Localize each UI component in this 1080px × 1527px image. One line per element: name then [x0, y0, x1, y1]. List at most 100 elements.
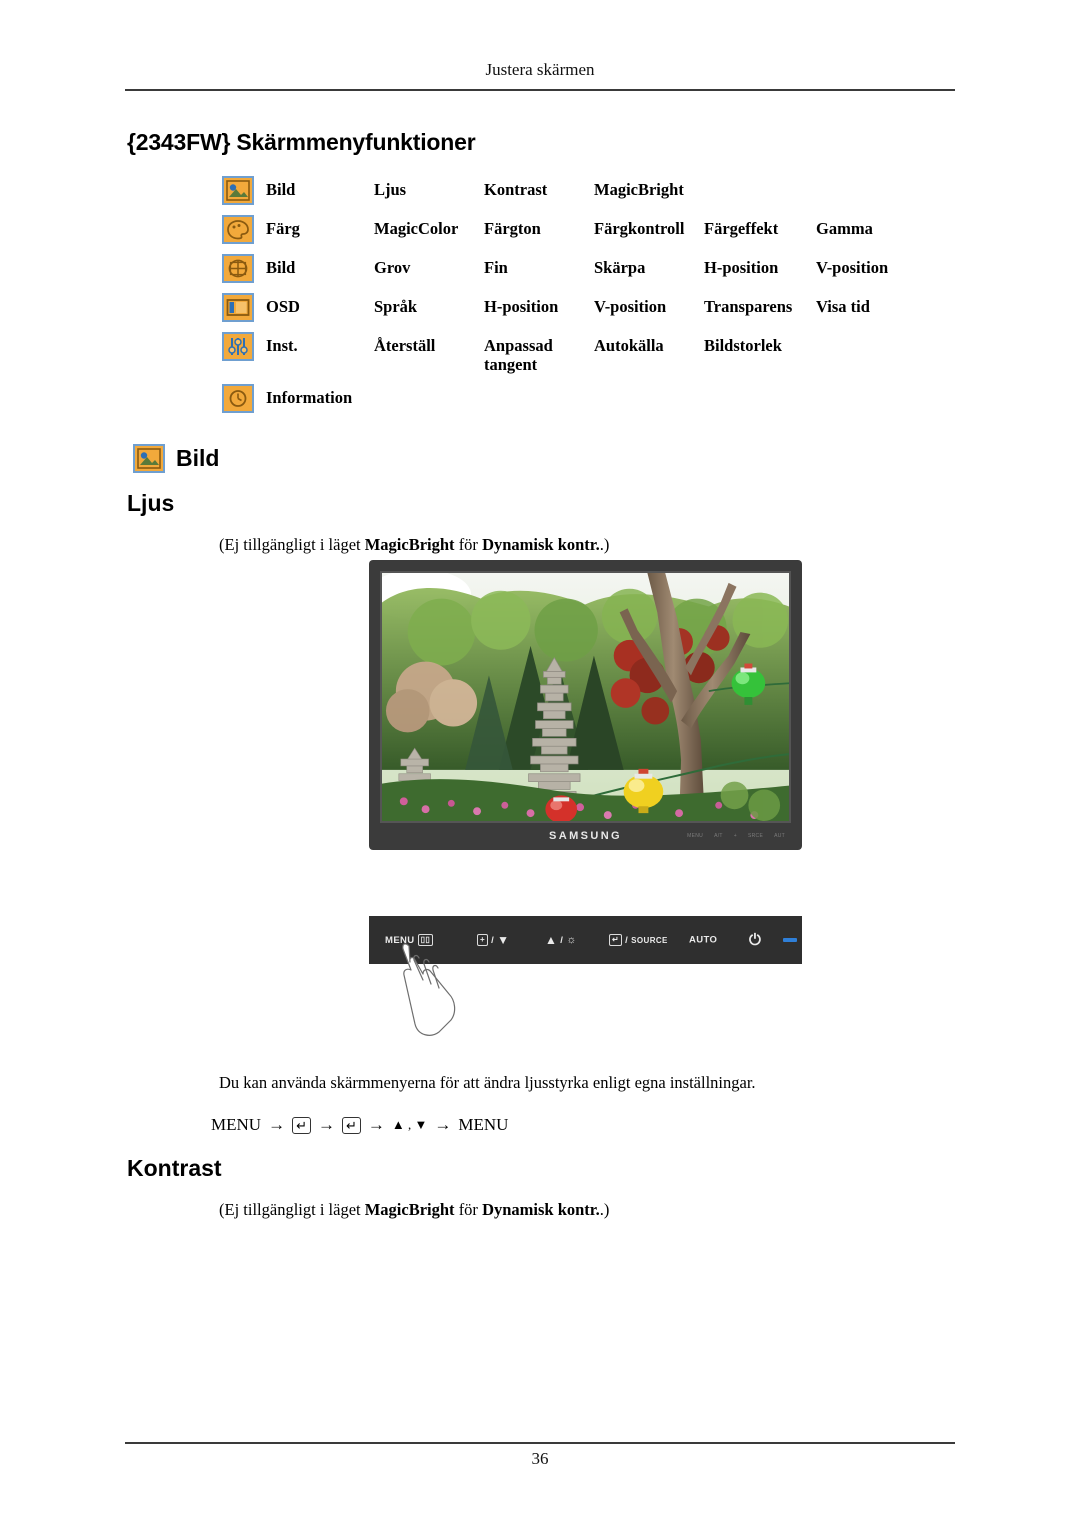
- menu-item: MagicBright: [594, 180, 684, 199]
- note-suffix: .): [599, 1200, 610, 1219]
- auto-button[interactable]: AUTO: [689, 935, 717, 946]
- menu-button[interactable]: MENU ▯▯: [385, 934, 434, 946]
- note-bold-magicbright: MagicBright: [364, 535, 455, 554]
- monitor-bezel-bottom: SAMSUNG MENU A/T + SRCE AUT: [380, 823, 791, 848]
- plus-key-icon: +: [477, 934, 489, 946]
- menu-item: V-position: [594, 297, 667, 316]
- arrow-right-icon: →: [268, 1115, 286, 1134]
- header-rule: [125, 89, 955, 91]
- up-button[interactable]: ▲ / ☼: [545, 933, 577, 947]
- note-mid: för: [454, 535, 483, 554]
- page-title: {2343FW} Skärmmenyfunktioner: [127, 129, 476, 155]
- power-led-indicator: [783, 938, 797, 942]
- separator: /: [560, 934, 564, 946]
- picture-icon: [133, 444, 165, 473]
- bezel-mark: MENU: [687, 832, 704, 839]
- color-palette-icon: [222, 215, 254, 244]
- note-bold-dynamisk: Dynamisk kontr.: [482, 535, 600, 554]
- enter-key-icon: ↵: [292, 1116, 311, 1134]
- note-prefix: (Ej tillgängligt i läget: [219, 535, 365, 554]
- menu-item: Kontrast: [484, 180, 548, 199]
- enter-key-icon: ↵: [341, 1116, 361, 1134]
- menu-item: Autokälla: [594, 336, 664, 355]
- menu-category: OSD: [266, 297, 300, 316]
- menu-row: Information: [222, 382, 962, 421]
- menu-item: V-position: [816, 258, 889, 277]
- note-bold-magicbright: MagicBright: [364, 1200, 455, 1219]
- arrow-right-icon: →: [434, 1115, 452, 1134]
- up-arrow-icon: ▲: [545, 933, 558, 947]
- menu-category: Information: [266, 388, 353, 407]
- note-suffix: .): [599, 535, 610, 554]
- running-header: Justera skärmen: [485, 60, 595, 79]
- menu-item: MagicColor: [374, 219, 459, 238]
- nav-end-label: MENU: [458, 1115, 509, 1134]
- section-heading-bild: Bild: [133, 444, 219, 473]
- note-bold-dynamisk: Dynamisk kontr.: [482, 1200, 600, 1219]
- samsung-logo: SAMSUNG: [548, 829, 623, 842]
- separator: /: [625, 934, 629, 946]
- page-number: 36: [531, 1449, 549, 1468]
- screen-geometry-icon: [222, 254, 254, 283]
- menu-item: Återställ: [374, 336, 436, 355]
- brightness-sun-icon: ☼: [566, 934, 577, 946]
- down-button[interactable]: + / ▼: [477, 933, 509, 947]
- menu-row: OSD Språk H-position V-position Transpar…: [222, 291, 962, 330]
- menu-row: Bild Ljus Kontrast MagicBright: [222, 174, 962, 213]
- menu-item: H-position: [484, 297, 559, 316]
- bezel-mark: A/T: [714, 832, 723, 839]
- monitor-control-panel: MENU ▯▯ + / ▼ ▲ / ☼ ↵ / SOURCE AUTO ⏻: [369, 916, 802, 964]
- menu-item: H-position: [704, 258, 779, 277]
- power-button[interactable]: ⏻: [749, 932, 761, 949]
- garden-photo: [382, 573, 789, 821]
- menu-item: Visa tid: [816, 297, 870, 316]
- led-bar-icon: [783, 938, 797, 942]
- menu-row: Inst. Återställ Anpassad tangent Autokäl…: [222, 330, 962, 382]
- menu-item: Anpassad tangent: [484, 336, 553, 374]
- menu-item: Ljus: [374, 180, 407, 199]
- up-down-arrows-icon: ▲ , ▼: [391, 1117, 428, 1132]
- menu-item: Grov: [374, 258, 411, 277]
- note-prefix: (Ej tillgängligt i läget: [219, 1200, 365, 1219]
- nav-start-label: MENU: [211, 1115, 262, 1134]
- picture-icon: [222, 176, 254, 205]
- menu-category: Inst.: [266, 336, 298, 355]
- menu-item: Språk: [374, 297, 418, 316]
- menu-item: Bildstorlek: [704, 336, 782, 355]
- kontrast-availability-note: (Ej tillgängligt i läget MagicBright för…: [219, 1200, 609, 1220]
- bezel-mark: +: [733, 832, 737, 839]
- brightness-description: Du kan använda skärmmenyerna för att änd…: [219, 1073, 756, 1092]
- arrow-right-icon: →: [367, 1115, 385, 1134]
- menu-item: Fin: [484, 258, 508, 277]
- settings-sliders-icon: [222, 332, 254, 361]
- menu-category: Bild: [266, 258, 296, 277]
- osd-menu-matrix: Bild Ljus Kontrast MagicBright Färg Magi…: [222, 174, 962, 421]
- information-clock-icon: [222, 384, 254, 413]
- arrow-right-icon: →: [317, 1115, 335, 1134]
- menu-key-icon: ▯▯: [417, 934, 434, 946]
- separator: /: [491, 934, 495, 946]
- menu-item: Skärpa: [594, 258, 646, 277]
- monitor-screen: [380, 571, 791, 823]
- section-heading-label: Bild: [176, 445, 220, 471]
- menu-item: Färgeffekt: [704, 219, 779, 238]
- footer-rule: [125, 1442, 955, 1444]
- auto-button-label: AUTO: [689, 934, 718, 946]
- menu-navigation-sequence: MENU → ↵ → ↵ → ▲ , ▼ → MENU: [211, 1115, 508, 1135]
- monitor-illustration: SAMSUNG MENU A/T + SRCE AUT: [369, 560, 802, 850]
- bezel-mark: SRCE: [748, 832, 764, 839]
- source-button[interactable]: ↵ / SOURCE: [609, 934, 668, 946]
- menu-button-label: MENU: [385, 934, 415, 946]
- source-button-label: SOURCE: [631, 935, 668, 945]
- bezel-mark: AUT: [774, 832, 785, 839]
- subsection-heading-kontrast: Kontrast: [127, 1155, 222, 1181]
- ljus-availability-note: (Ej tillgängligt i läget MagicBright för…: [219, 535, 609, 555]
- subsection-heading-ljus: Ljus: [127, 490, 175, 516]
- manual-page: Justera skärmen {2343FW} Skärmmenyfunkti…: [0, 0, 1080, 1527]
- menu-item: Färgkontroll: [594, 219, 685, 238]
- menu-item: Gamma: [816, 219, 873, 238]
- power-icon: ⏻: [749, 931, 762, 949]
- menu-row: Färg MagicColor Färgton Färgkontroll Fär…: [222, 213, 962, 252]
- menu-item: Transparens: [704, 297, 793, 316]
- menu-category: Färg: [266, 219, 300, 238]
